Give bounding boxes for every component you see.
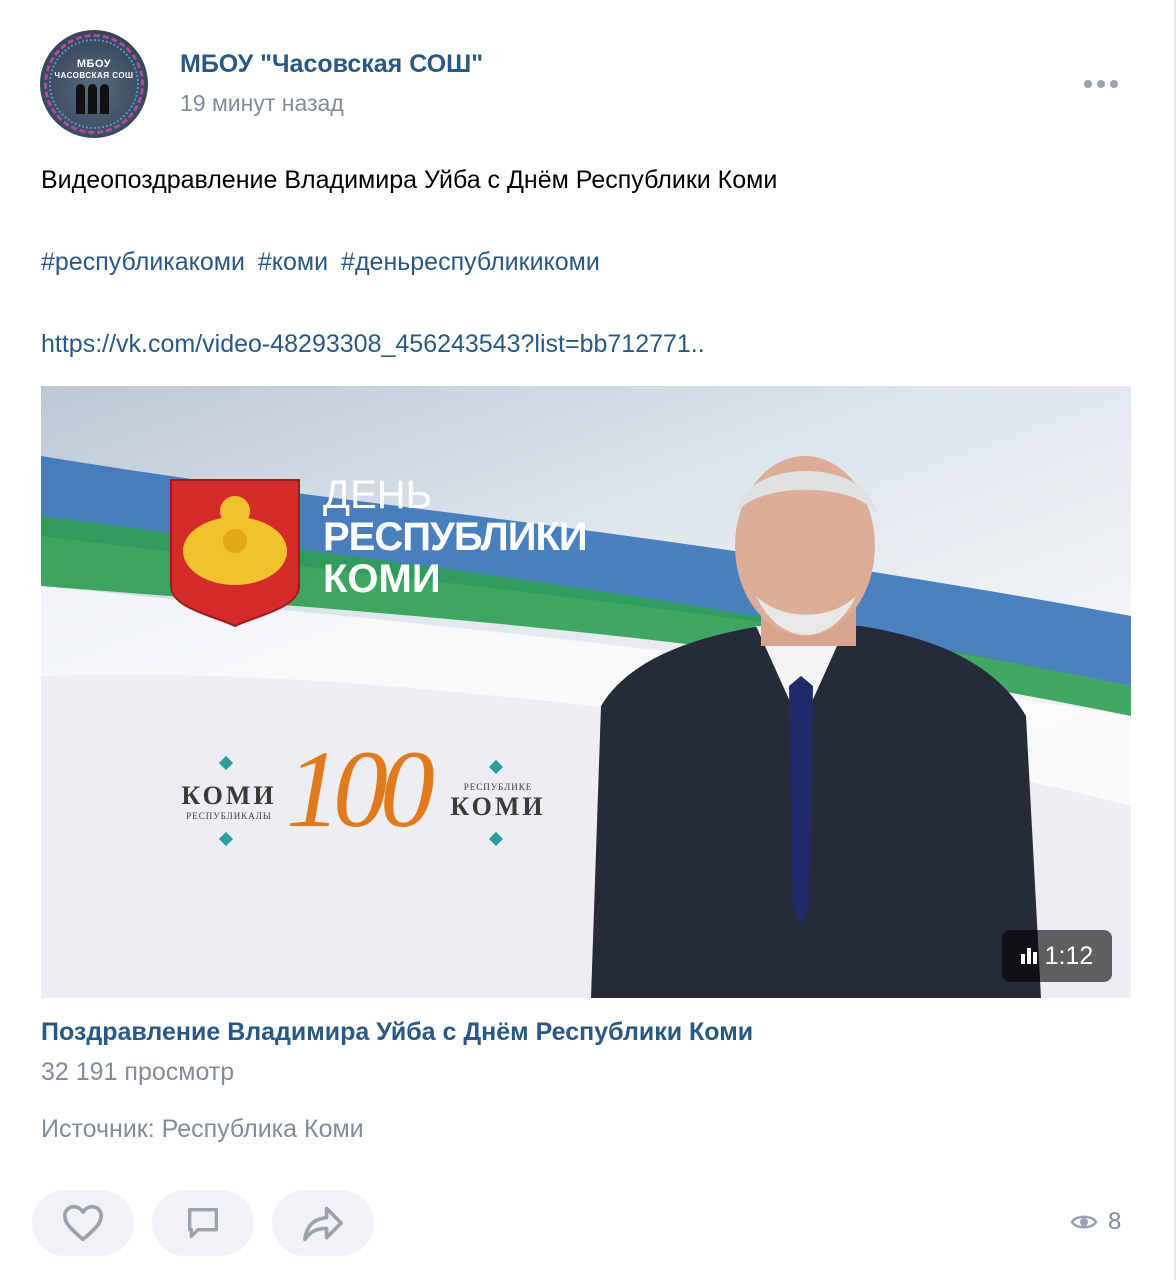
video-overlay-title: ДЕНЬ РЕСПУБЛИКИ КОМИ (323, 473, 588, 601)
overlay-title-line2: РЕСПУБЛИКИ (323, 515, 588, 559)
emblem-number: 100 (286, 728, 435, 850)
view-count: 8 (1108, 1208, 1122, 1235)
emblem-left-line2: РЕСПУБЛИКАЛЫ (186, 811, 272, 821)
share-button[interactable] (272, 1190, 374, 1256)
post-card: МБОУ ЧАСОВСКАЯ СОШ МБОУ "Часовская СОШ" … (0, 0, 1176, 1280)
post-time[interactable]: 19 минут назад (180, 90, 344, 117)
group-avatar[interactable]: МБОУ ЧАСОВСКАЯ СОШ (40, 30, 148, 138)
hashtag-link[interactable]: #деньреспубликикоми (341, 248, 600, 276)
video-duration: 1:12 (1044, 941, 1094, 970)
overlay-title-line1: ДЕНЬ (323, 473, 432, 517)
video-title[interactable]: Поздравление Владимира Уйба с Днём Респу… (41, 1018, 753, 1047)
emblem-right: РЕСПУБЛИКЕ КОМИ (443, 782, 553, 822)
more-horizontal-icon[interactable] (1084, 74, 1124, 94)
avatar-text-line2: ЧАСОВСКАЯ СОШ (54, 71, 134, 80)
emblem-left-line1: КОМИ (181, 781, 277, 810)
hashtags: #республикакоми #коми #деньреспубликиком… (41, 248, 606, 277)
video-views: 32 191 просмотр (41, 1058, 235, 1086)
avatar-text-line1: МБОУ (76, 58, 112, 70)
post-views: 8 (1070, 1208, 1121, 1236)
group-name[interactable]: МБОУ "Часовская СОШ" (180, 50, 483, 79)
hashtag-link[interactable]: #республикакоми (41, 248, 245, 276)
avatar-people-silhouettes (76, 84, 109, 114)
eye-icon (1070, 1215, 1098, 1229)
avatar-text: МБОУ ЧАСОВСКАЯ СОШ (40, 58, 148, 82)
comment-button[interactable] (152, 1190, 254, 1256)
overlay-title-line3: КОМИ (323, 557, 441, 601)
bars-icon (1020, 948, 1037, 964)
comment-icon (188, 1208, 218, 1238)
emblem-right-line2: КОМИ (450, 792, 546, 821)
video-duration-badge: 1:12 (1002, 930, 1112, 982)
post-source[interactable]: Источник: Республика Коми (41, 1115, 364, 1144)
hashtag-link[interactable]: #коми (258, 248, 328, 276)
like-button[interactable] (32, 1190, 134, 1256)
post-link[interactable]: https://vk.com/video-48293308_456243543?… (41, 330, 705, 359)
emblem-left: КОМИ РЕСПУБЛИКАЛЫ (174, 781, 284, 821)
post-text: Видеопоздравление Владимира Уйба с Днём … (41, 166, 778, 194)
share-icon (303, 1206, 343, 1242)
video-thumbnail[interactable]: ДЕНЬ РЕСПУБЛИКИ КОМИ КОМИ РЕСПУБЛИКАЛЫ 1… (41, 386, 1131, 998)
emblem-right-line1: РЕСПУБЛИКЕ (463, 782, 533, 792)
heart-icon (62, 1204, 103, 1242)
